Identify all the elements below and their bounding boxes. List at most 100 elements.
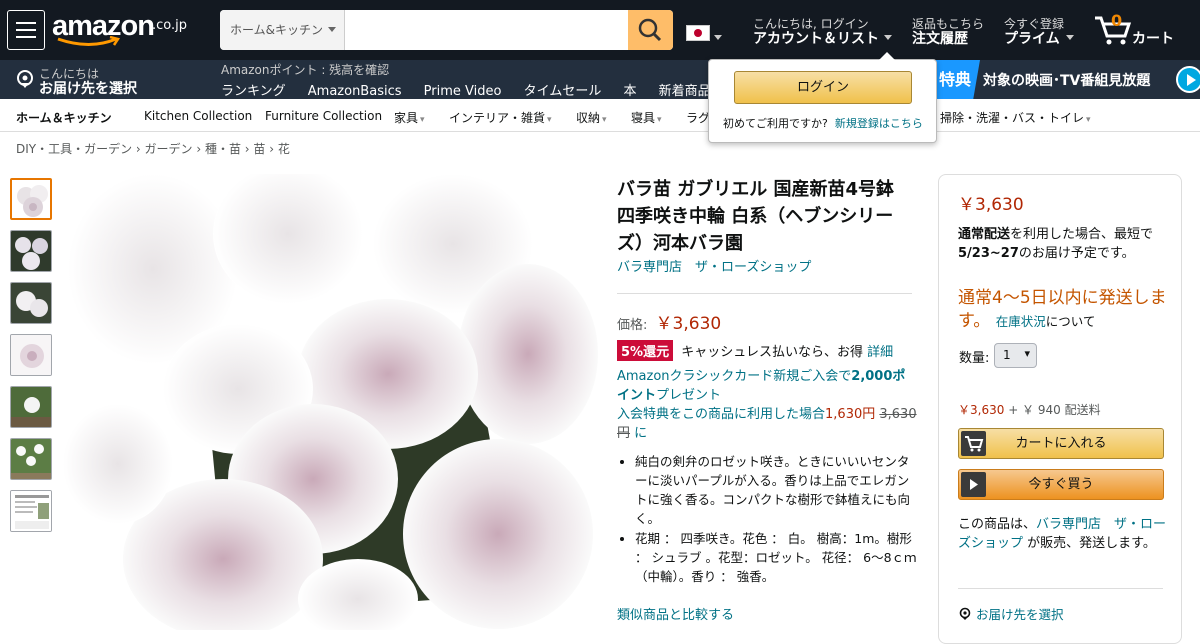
category-link[interactable]: Kitchen Collection xyxy=(144,109,252,123)
thumbnail-image[interactable] xyxy=(10,282,52,324)
location-pin-icon xyxy=(17,70,33,88)
cart-icon xyxy=(961,431,986,456)
delivery-location-link[interactable]: お届け先を選択 xyxy=(958,604,1064,623)
delivery-location-selector[interactable]: お届け先を選択 xyxy=(39,78,137,98)
compare-similar-link[interactable]: 類似商品と比較する xyxy=(617,604,734,623)
category-link[interactable]: Furniture Collection xyxy=(265,109,382,123)
product-main-image[interactable] xyxy=(58,174,600,630)
chevron-down-icon xyxy=(714,35,722,40)
search-bar: ホーム&キッチン xyxy=(220,10,673,50)
seller-suffix: が販売、発送します。 xyxy=(1023,536,1156,551)
subnav-link[interactable]: Prime Video xyxy=(424,84,502,99)
category-dropdown[interactable]: 家具 xyxy=(394,109,425,126)
stock-status-link[interactable]: 在庫状況 xyxy=(996,314,1046,329)
signup-link[interactable]: 新規登録はこちら xyxy=(835,117,923,130)
category-dropdown[interactable]: 掃除・洗濯・バス・トイレ xyxy=(940,109,1091,126)
brand-link[interactable]: バラ専門店 ザ・ローズショップ xyxy=(617,256,811,275)
category-home-kitchen[interactable]: ホーム＆キッチン xyxy=(16,109,112,126)
play-icon xyxy=(1176,66,1200,93)
divider xyxy=(617,293,912,294)
cashback-text: キャッシュレス払いなら、お得 xyxy=(681,345,863,360)
feature-bullet: 純白の剣弁のロゼット咲き。ときにいいいセンターに淡いパープルが入る。香りは上品で… xyxy=(635,452,917,528)
prime-tag: 特典 xyxy=(935,60,980,99)
card-promo[interactable]: Amazonクラシックカード新規ご入会で2,000ポイントプレゼント 入会特典を… xyxy=(617,367,917,443)
search-button[interactable] xyxy=(628,10,673,50)
thumbnail-image[interactable] xyxy=(10,386,52,428)
thumbnail-image[interactable] xyxy=(10,334,52,376)
login-button[interactable]: ログイン xyxy=(734,71,912,104)
seller-info: この商品は、バラ専門店 ザ・ローズショップ が販売、発送します。 xyxy=(958,515,1168,553)
cashback-details-link[interactable]: 詳細 xyxy=(867,345,893,360)
subnav-links: ランキング AmazonBasics Prime Video タイムセール 本 … xyxy=(221,80,764,99)
play-icon xyxy=(961,472,986,497)
promo-discounted-price: 1,630円 xyxy=(825,407,876,422)
promo-text: Amazonクラシックカード新規ご入会で xyxy=(617,369,852,384)
breadcrumb[interactable]: DIY・工具・ガーデン › ガーデン › 種・苗 › 苗 › 花 xyxy=(16,140,290,157)
seller-prefix: この商品は、 xyxy=(958,517,1037,532)
thumbnail-image[interactable] xyxy=(10,178,52,220)
price-label: 価格: xyxy=(617,318,648,333)
top-nav-bar: amazon .co.jp ホーム&キッチン こんにちは, ログイン アカウント… xyxy=(0,0,1200,60)
account-lists-menu[interactable]: アカウント＆リスト xyxy=(753,28,879,48)
thumbnail-image[interactable] xyxy=(10,490,52,532)
subnav-link[interactable]: AmazonBasics xyxy=(308,84,402,99)
buy-now-button[interactable]: 今すぐ買う xyxy=(958,469,1164,500)
quantity-label: 数量: xyxy=(959,351,990,366)
delivery-text: のお届け予定です。 xyxy=(1018,246,1135,261)
category-dropdown[interactable]: ラグ xyxy=(686,109,710,126)
category-dropdown[interactable]: 収納 xyxy=(576,109,607,126)
thumbnail-image[interactable] xyxy=(10,230,52,272)
sub-nav-bar: こんにちは お届け先を選択 Amazonポイント : 残高を確認 ランキング A… xyxy=(0,60,1200,99)
subnav-link[interactable]: タイムセール xyxy=(524,84,602,99)
hamburger-menu-icon[interactable] xyxy=(7,10,45,50)
search-input[interactable] xyxy=(345,10,628,50)
orders-link[interactable]: 注文履歴 xyxy=(912,28,968,48)
language-flag-icon[interactable] xyxy=(686,25,710,41)
add-to-cart-button[interactable]: カートに入れる xyxy=(958,428,1164,459)
prime-menu[interactable]: プライム xyxy=(1004,28,1060,48)
logo-smile-icon xyxy=(57,36,121,46)
product-title: バラ苗 ガブリエル 国産新苗4号鉢 四季咲き中輪 白系（ヘブンシリーズ）河本バラ… xyxy=(617,179,895,254)
thumbnail-image[interactable] xyxy=(10,438,52,480)
divider xyxy=(958,588,1163,589)
add-to-cart-label: カートに入れる xyxy=(1015,436,1107,451)
location-pin-icon xyxy=(959,607,971,620)
delivery-location-label: お届け先を選択 xyxy=(976,607,1064,622)
stock-status: 通常4～5日以内に発送します。 在庫状況について xyxy=(958,287,1173,333)
buy-box: ￥3,630 通常配送を利用した場合、最短で 5/23~27のお届け予定です。 … xyxy=(938,174,1182,644)
subnav-link[interactable]: 新着商品 xyxy=(659,84,711,99)
chevron-down-icon xyxy=(328,27,336,32)
amazon-points-link[interactable]: Amazonポイント : 残高を確認 xyxy=(221,61,389,78)
prime-video-banner[interactable]: 特典 対象の映画･TV番組見放題 xyxy=(935,60,1200,99)
amazon-logo[interactable]: amazon .co.jp xyxy=(52,10,192,48)
shipping-fee: + ￥ 940 配送料 xyxy=(1008,403,1101,417)
subnav-link[interactable]: ランキング xyxy=(221,84,286,99)
signup-prompt: 初めてご利用ですか? 新規登録はこちら xyxy=(723,115,923,131)
delivery-method: 通常配送 xyxy=(958,227,1011,242)
chevron-down-icon xyxy=(1066,35,1074,40)
cashback-row: 5%還元 キャッシュレス払いなら、お得 詳細 xyxy=(617,340,893,361)
shipping-price: ￥3,630 + ￥ 940 配送料 xyxy=(958,401,1101,418)
quantity-select[interactable]: 1 xyxy=(994,343,1037,368)
promo-text: に xyxy=(634,426,648,441)
category-dropdown[interactable]: インテリア・雑貨 xyxy=(449,109,552,126)
buybox-price: ￥3,630 xyxy=(958,195,1024,215)
cashback-badge: 5%還元 xyxy=(617,340,674,361)
delivery-date: 5/23~27 xyxy=(958,246,1019,261)
signup-question: 初めてご利用ですか? xyxy=(723,117,828,130)
subnav-link[interactable]: 本 xyxy=(623,84,636,99)
category-bar: ホーム＆キッチン Kitchen Collection Furniture Co… xyxy=(0,99,1200,132)
shipping-item-price: ￥3,630 xyxy=(958,403,1005,417)
feature-bullets: 純白の剣弁のロゼット咲き。ときにいいいセンターに淡いパープルが入る。香りは上品で… xyxy=(617,452,917,587)
promo-text: 入会特典をこの商品に利用した場合 xyxy=(617,407,826,422)
logo-tld: .co.jp xyxy=(152,18,188,33)
delivery-info: 通常配送を利用した場合、最短で 5/23~27のお届け予定です。 xyxy=(958,225,1173,263)
category-dropdown[interactable]: 寝具 xyxy=(631,109,662,126)
search-icon xyxy=(638,18,662,42)
search-category-select[interactable]: ホーム&キッチン xyxy=(220,10,345,50)
delivery-text: を利用した場合、最短で xyxy=(1010,227,1154,242)
stock-tail: について xyxy=(1045,314,1096,329)
quantity-value: 1 xyxy=(1003,348,1011,362)
cart-link[interactable]: カート xyxy=(1132,28,1174,48)
prime-banner-text: 対象の映画･TV番組見放題 xyxy=(983,73,1151,89)
